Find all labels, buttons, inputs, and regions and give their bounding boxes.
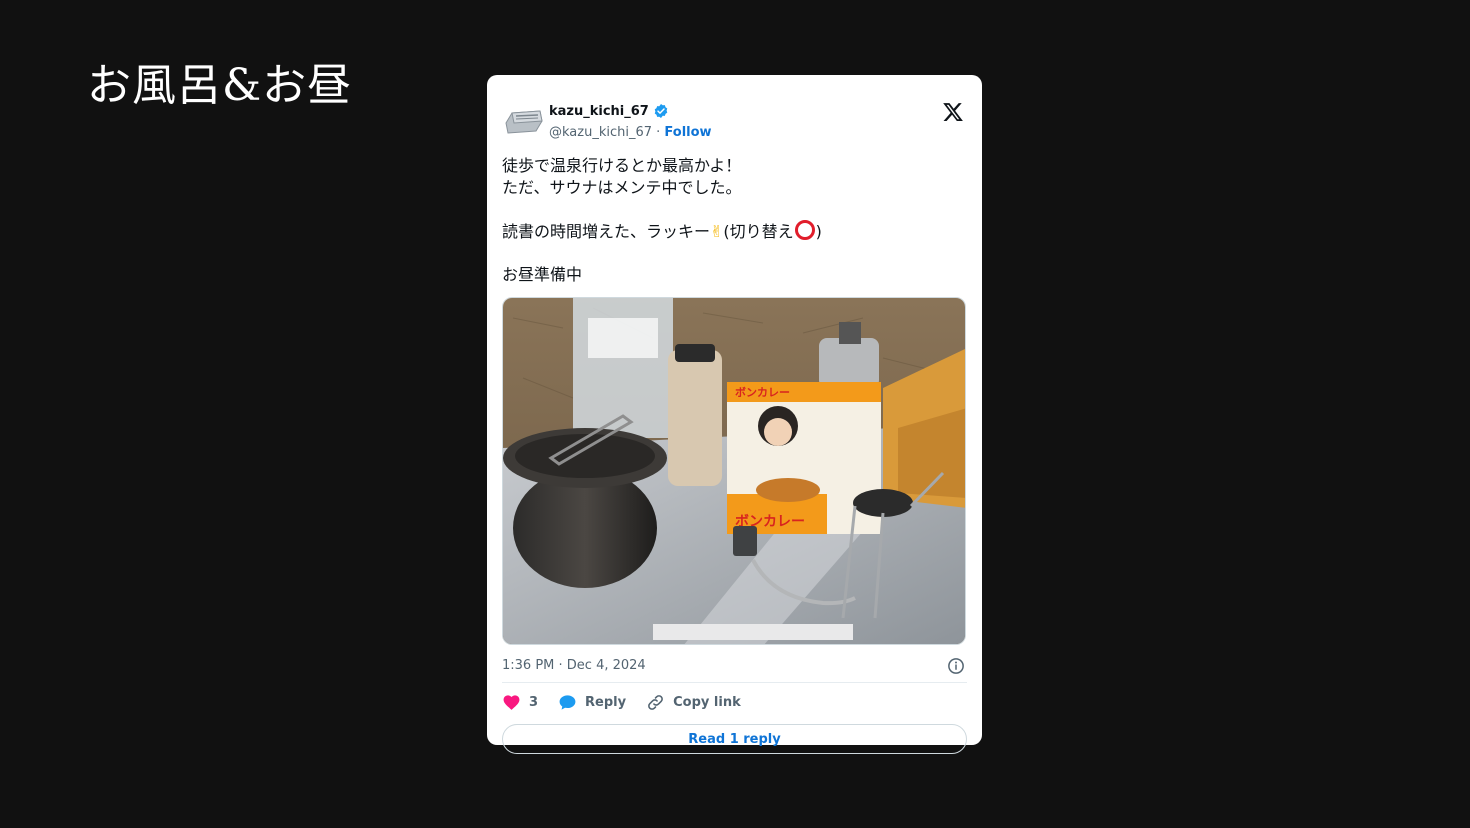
timestamp[interactable]: 1:36 PM · Dec 4, 2024 [502,658,646,673]
ring-emoji [794,219,815,240]
photo-box-label: ボンカレー [735,385,790,399]
copy-link-button[interactable]: Copy link [646,693,741,712]
tweet-line-3-text: 読書の時間増えた、ラッキー [502,221,711,241]
tweet-header: kazu_kichi_67 @kazu_kichi_67 · Follow [502,89,967,141]
name-row: kazu_kichi_67 [549,103,669,119]
tweet-line-2: ただ、サウナはメンテ中でした。 [502,177,742,197]
slide-title: お風呂&お昼 [87,60,353,111]
tweet-card: kazu_kichi_67 @kazu_kichi_67 · Follow 徒歩… [487,75,982,754]
tweet-line-4: お昼準備中 [502,264,583,284]
x-logo-icon[interactable] [942,101,964,123]
tweet-text: 徒歩で温泉行けるとか最高かよ！ ただ、サウナはメンテ中でした。 読書の時間増えた… [502,155,967,285]
tweet-line-1: 徒歩で温泉行けるとか最高かよ！ [502,156,742,175]
read-replies-button[interactable]: Read 1 reply [502,724,967,754]
peace-emoji: ✌ [710,221,724,241]
copy-link-label: Copy link [673,694,741,710]
photo-scene: ボンカレー ボンカレー [503,298,965,644]
display-name[interactable]: kazu_kichi_67 [549,104,649,119]
avatar[interactable] [502,103,546,139]
follow-button[interactable]: Follow [664,125,711,140]
tweet-line-3-close: ) [815,221,822,241]
heart-icon [503,694,520,710]
handle[interactable]: @kazu_kichi_67 [549,125,652,140]
tweet-meta: 1:36 PM · Dec 4, 2024 [502,655,967,677]
verified-badge-icon [654,104,668,118]
reply-button[interactable]: Reply [558,693,626,712]
separator: · [652,125,665,140]
action-bar: 3 Reply Copy link [502,683,967,721]
handle-row: @kazu_kichi_67 · Follow [549,125,712,140]
tweet-line-3-paren: (切り替え [723,221,794,241]
tweet-photo[interactable]: ボンカレー ボンカレー [502,297,966,645]
like-button[interactable]: 3 [502,693,538,712]
reply-bubble-icon [559,694,576,710]
reply-label: Reply [585,694,627,710]
tweet-line-3: 読書の時間増えた、ラッキー✌(切り替え) [502,219,967,243]
info-icon[interactable] [947,657,965,675]
like-count: 3 [529,694,539,710]
link-icon [648,694,664,710]
